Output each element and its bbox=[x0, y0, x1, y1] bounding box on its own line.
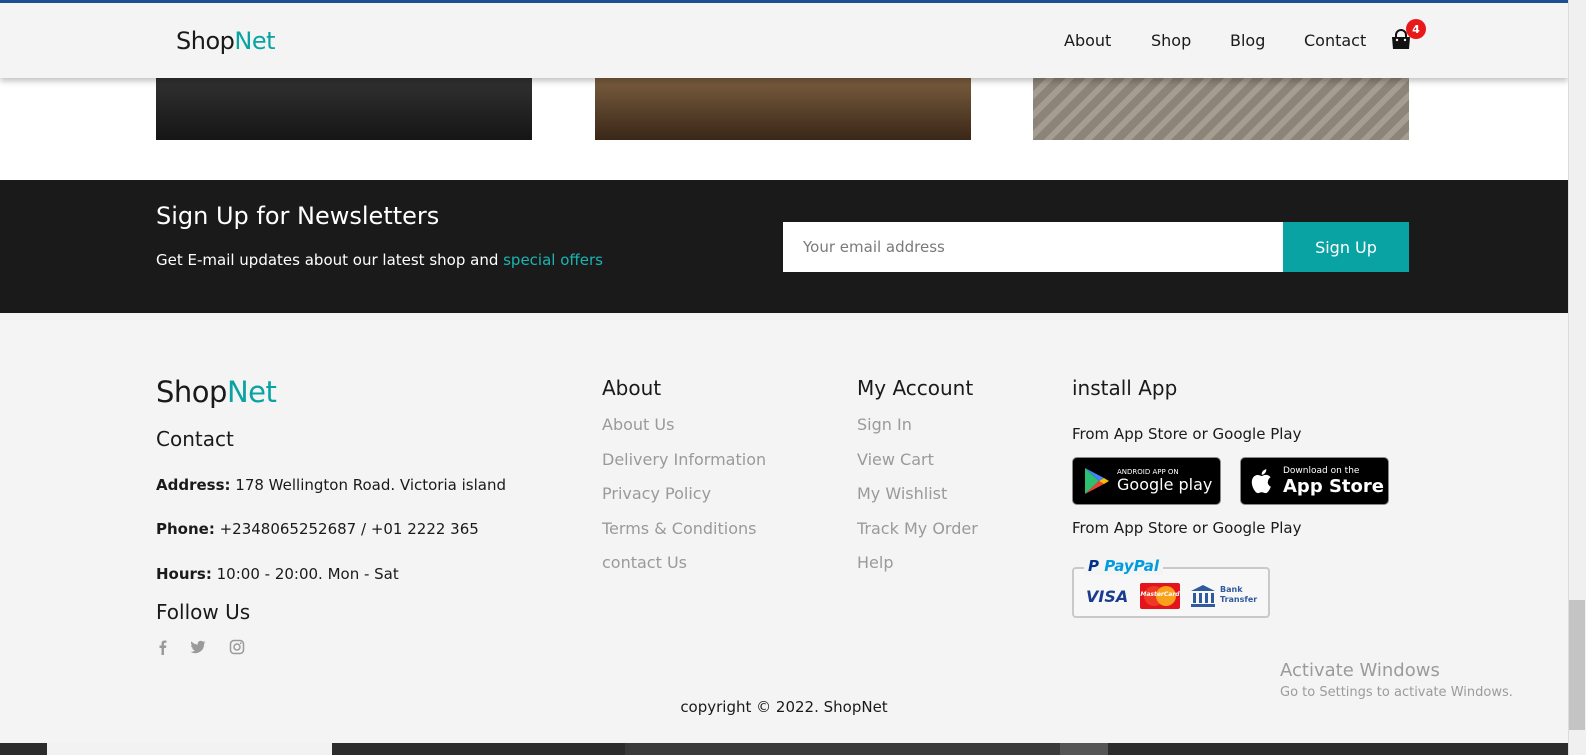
contact-heading: Contact bbox=[156, 427, 234, 451]
phone-value: +2348065252687 / +01 2222 365 bbox=[214, 520, 479, 538]
footer-link-view-cart[interactable]: View Cart bbox=[857, 450, 934, 469]
footer-link-privacy[interactable]: Privacy Policy bbox=[602, 484, 711, 503]
footer-link-help[interactable]: Help bbox=[857, 553, 893, 572]
follow-us-heading: Follow Us bbox=[156, 600, 251, 624]
instagram-icon[interactable] bbox=[229, 639, 245, 655]
app-store-small-text: Download on the bbox=[1283, 465, 1360, 476]
footer-link-terms[interactable]: Terms & Conditions bbox=[602, 519, 756, 538]
hours-line: Hours: 10:00 - 20:00. Mon - Sat bbox=[156, 565, 399, 583]
sign-up-button[interactable]: Sign Up bbox=[1283, 222, 1409, 272]
about-heading: About bbox=[602, 376, 662, 400]
nav-blog[interactable]: Blog bbox=[1230, 31, 1265, 50]
bank-icon bbox=[1191, 585, 1215, 607]
logo-main: Shop bbox=[176, 27, 235, 55]
google-play-big-text: Google play bbox=[1117, 475, 1213, 494]
footer-link-track-order[interactable]: Track My Order bbox=[857, 519, 978, 538]
nav-shop[interactable]: Shop bbox=[1151, 31, 1191, 50]
footer-link-sign-in[interactable]: Sign In bbox=[857, 415, 912, 434]
address-label: Address: bbox=[156, 476, 231, 494]
paypal-text: PayPal bbox=[1104, 557, 1160, 575]
my-account-heading: My Account bbox=[857, 376, 974, 400]
footer-logo[interactable]: ShopNet bbox=[156, 375, 277, 409]
newsletter-subtitle: Get E-mail updates about our latest shop… bbox=[156, 251, 603, 269]
special-offers-link[interactable]: special offers bbox=[503, 251, 603, 269]
newsletter-subtitle-text: Get E-mail updates about our latest shop… bbox=[156, 251, 504, 269]
footer-link-delivery[interactable]: Delivery Information bbox=[602, 450, 766, 469]
bank-transfer-text: Bank Transfer bbox=[1220, 585, 1258, 604]
cart-count-badge: 4 bbox=[1406, 19, 1426, 39]
address-value: 178 Wellington Road. Victoria island bbox=[230, 476, 506, 494]
site-header: ShopNet About Shop Blog Contact 4 bbox=[0, 0, 1568, 78]
logo-accent: Net bbox=[234, 27, 276, 55]
copyright-text: copyright © 2022. ShopNet bbox=[680, 698, 888, 716]
hours-value: 10:00 - 20:00. Mon - Sat bbox=[211, 565, 399, 583]
paypal-logo: P PayPal bbox=[1084, 557, 1164, 575]
scrollbar-thumb[interactable] bbox=[1569, 600, 1585, 730]
apple-icon bbox=[1251, 469, 1271, 494]
site-logo[interactable]: ShopNet bbox=[176, 27, 276, 55]
newsletter-section: Sign Up for Newsletters Get E-mail updat… bbox=[0, 180, 1568, 313]
windows-activation-watermark: Activate Windows Go to Settings to activ… bbox=[1280, 660, 1513, 700]
twitter-icon[interactable] bbox=[190, 639, 206, 655]
hours-label: Hours: bbox=[156, 565, 212, 583]
google-play-button[interactable]: ANDROID APP ON Google play bbox=[1072, 457, 1221, 505]
nav-contact[interactable]: Contact bbox=[1304, 31, 1366, 50]
payment-methods-badge: P PayPal VISA MasterCard Bank Transfer bbox=[1072, 557, 1270, 618]
email-input[interactable] bbox=[783, 222, 1283, 272]
app-store-button[interactable]: Download on the App Store bbox=[1240, 457, 1389, 505]
install-app-heading: install App bbox=[1072, 376, 1178, 400]
footer-logo-accent: Net bbox=[226, 375, 277, 409]
footer-link-wishlist[interactable]: My Wishlist bbox=[857, 484, 947, 503]
app-store-text: From App Store or Google Play bbox=[1072, 425, 1302, 443]
newsletter-title: Sign Up for Newsletters bbox=[156, 202, 440, 230]
app-store-big-text: App Store bbox=[1283, 475, 1384, 497]
mastercard-text: MasterCard bbox=[1140, 591, 1180, 598]
phone-line: Phone: +2348065252687 / +01 2222 365 bbox=[156, 520, 479, 538]
footer-link-about-us[interactable]: About Us bbox=[602, 415, 674, 434]
visa-logo: VISA bbox=[1086, 587, 1129, 606]
google-play-icon bbox=[1085, 468, 1109, 494]
watermark-subtitle: Go to Settings to activate Windows. bbox=[1280, 685, 1513, 700]
address-line: Address: 178 Wellington Road. Victoria i… bbox=[156, 476, 506, 494]
facebook-icon[interactable] bbox=[155, 639, 171, 655]
phone-label: Phone: bbox=[156, 520, 215, 538]
bottom-image-strip bbox=[0, 743, 1568, 755]
secured-gateways-text: From App Store or Google Play bbox=[1072, 519, 1302, 537]
mastercard-logo: MasterCard bbox=[1140, 583, 1180, 609]
nav-about[interactable]: About bbox=[1064, 31, 1111, 50]
footer-logo-main: Shop bbox=[156, 375, 227, 409]
page-viewport: ShopNet About Shop Blog Contact 4 Sign U… bbox=[0, 0, 1568, 755]
footer-link-contact[interactable]: contact Us bbox=[602, 553, 687, 572]
watermark-title: Activate Windows bbox=[1280, 660, 1440, 681]
